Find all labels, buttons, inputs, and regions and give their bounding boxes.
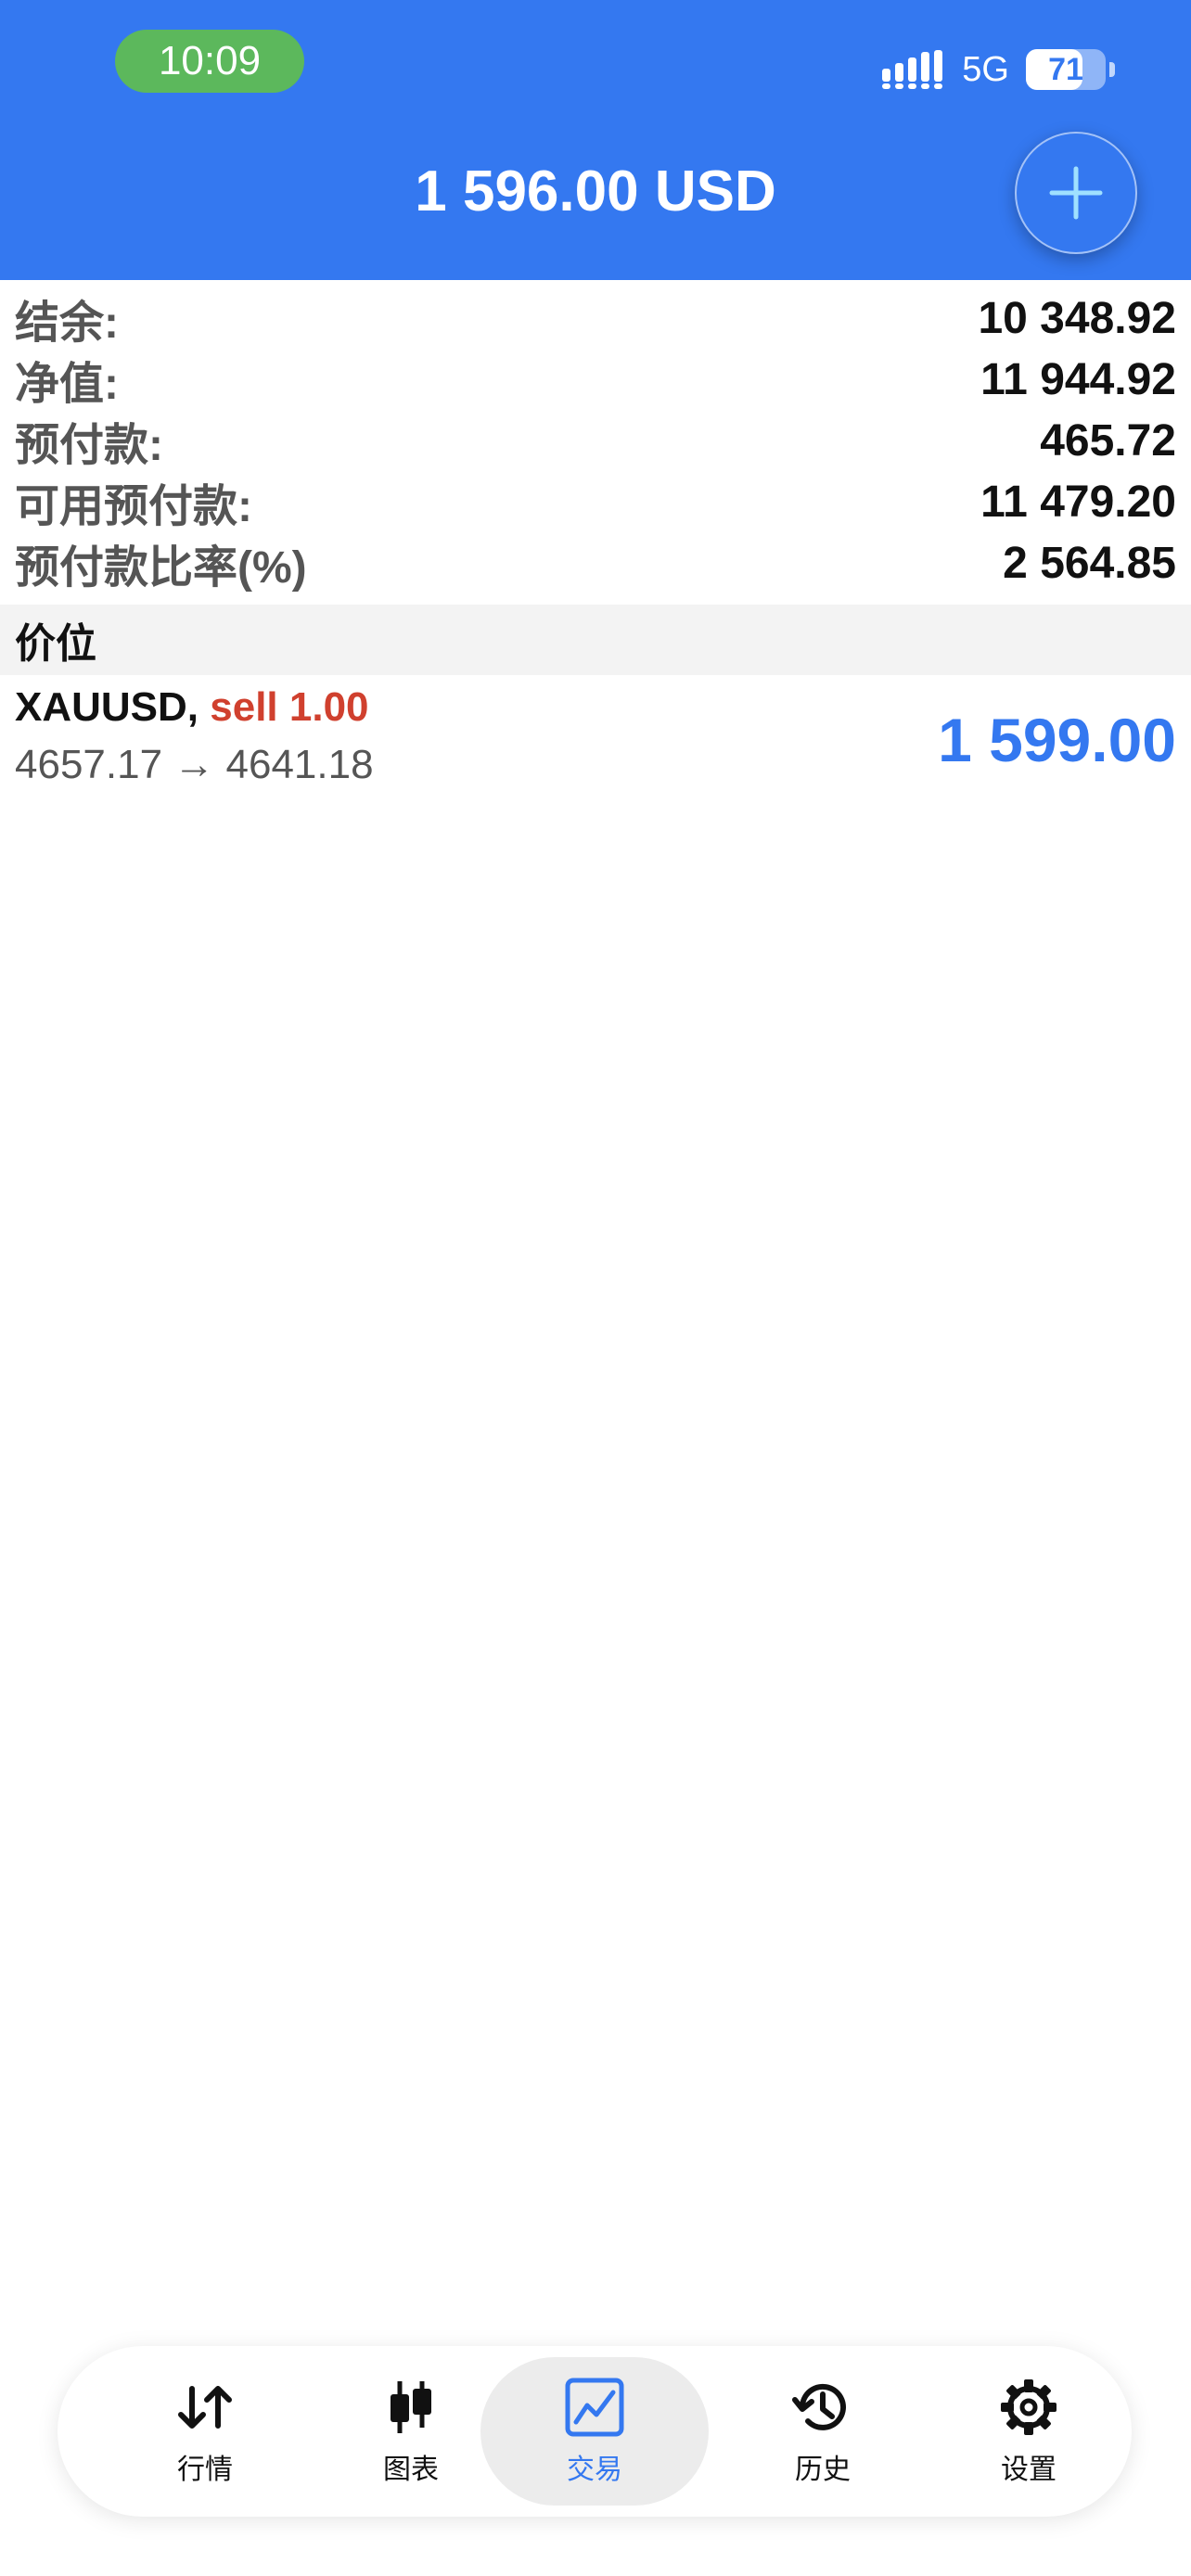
tab-label: 行情 [177,2455,233,2485]
bottom-tab-bar: 行情 图表 交易 历史 设置 [58,2346,1132,2517]
tab-label: 设置 [1001,2455,1057,2485]
tab-label: 图表 [383,2455,439,2485]
tab-settings[interactable]: 设置 [926,2357,1132,2506]
position-profit: 1 599.00 [938,706,1176,774]
battery-cap [1109,62,1115,77]
summary-label: 结余: [15,299,119,348]
summary-value: 10 348.92 [978,293,1176,343]
summary-label: 净值: [15,360,119,409]
account-summary: 结余: 10 348.92 净值: 11 944.92 预付款: 465.72 … [0,287,1191,593]
summary-row-margin: 预付款: 465.72 [0,410,1191,471]
position-title: XAUUSD, sell 1.00 [15,684,369,731]
summary-value: 2 564.85 [1003,538,1176,588]
status-time: 10:09 [115,30,304,93]
candlestick-icon [391,2381,431,2433]
summary-label: 可用预付款: [15,482,252,531]
summary-row-equity: 净值: 11 944.92 [0,349,1191,410]
tab-quotes[interactable]: 行情 [102,2357,308,2506]
arrows-updown-icon [178,2386,232,2429]
position-prices: 4657.17 → 4641.18 [15,742,374,787]
summary-row-free-margin: 可用预付款: 11 479.20 [0,471,1191,532]
summary-row-margin-level: 预付款比率(%) 2 564.85 [0,532,1191,593]
battery-level: 71 [1048,52,1083,87]
position-row[interactable]: XAUUSD, sell 1.00 4657.17 → 4641.18 1 59… [0,675,1191,799]
add-order-button[interactable] [1015,132,1137,254]
status-indicators: 5G 71 [880,45,1115,95]
account-profit-title: 1 596.00 USD [415,159,776,223]
summary-row-balance: 结余: 10 348.92 [0,287,1191,349]
trade-chart-icon [565,2378,624,2437]
gear-icon [1001,2379,1057,2435]
summary-label: 预付款: [15,421,163,470]
summary-value: 11 479.20 [980,477,1176,527]
battery-icon: 71 [1026,49,1115,90]
summary-label: 预付款比率(%) [15,543,307,593]
plus-icon [1049,166,1103,220]
history-icon [792,2383,846,2430]
summary-value: 11 944.92 [980,354,1176,404]
tab-trade[interactable]: 交易 [480,2357,709,2506]
position-symbol: XAUUSD, [15,684,199,730]
positions-section-header: 价位 [0,605,1191,675]
header-bar: 10:09 5G 71 1 596.00 USD [0,0,1191,280]
network-type: 5G [962,49,1009,89]
summary-value: 465.72 [1040,415,1176,465]
tab-label: 历史 [795,2455,851,2485]
tab-history[interactable]: 历史 [720,2357,926,2506]
tab-label: 交易 [567,2455,622,2485]
position-side: sell 1.00 [210,684,369,730]
signal-icon [882,50,943,89]
